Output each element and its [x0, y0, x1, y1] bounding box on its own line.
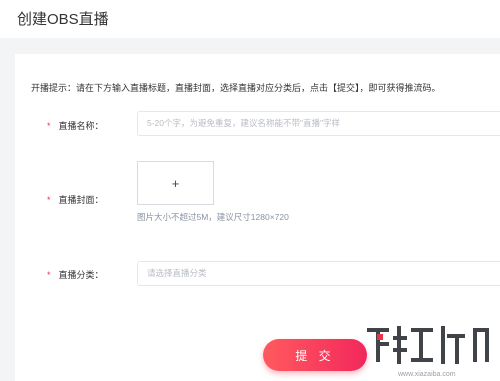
submit-button[interactable]: 提 交 — [263, 339, 367, 371]
broadcast-tip: 开播提示：请在下方输入直播标题，直播封面，选择直播对应分类后，点击【提交】，即可… — [31, 83, 441, 93]
cover-label: 直播封面： — [58, 195, 104, 205]
plus-icon: + — [171, 175, 180, 191]
watermark-url: www.xiazaiba.com — [398, 371, 456, 378]
name-label: 直播名称： — [58, 121, 104, 131]
cover-upload-button[interactable]: + — [137, 161, 214, 205]
required-mark: * — [47, 270, 51, 280]
name-input[interactable]: 5-20个字，为避免重复，建议名称能不带"直播"字样 — [137, 111, 500, 136]
category-select[interactable]: 请选择直播分类 — [137, 261, 500, 286]
page-header: 创建OBS直播 — [0, 0, 500, 38]
name-label-row: * 直播名称： — [47, 119, 104, 132]
cover-hint: 图片大小不超过5M，建议尺寸1280×720 — [137, 212, 289, 222]
category-label: 直播分类： — [58, 270, 104, 280]
cover-label-row: * 直播封面： — [47, 193, 104, 206]
required-mark: * — [47, 195, 51, 205]
required-mark: * — [47, 121, 51, 131]
page-title: 创建OBS直播 — [17, 11, 109, 28]
category-label-row: * 直播分类： — [47, 268, 104, 281]
